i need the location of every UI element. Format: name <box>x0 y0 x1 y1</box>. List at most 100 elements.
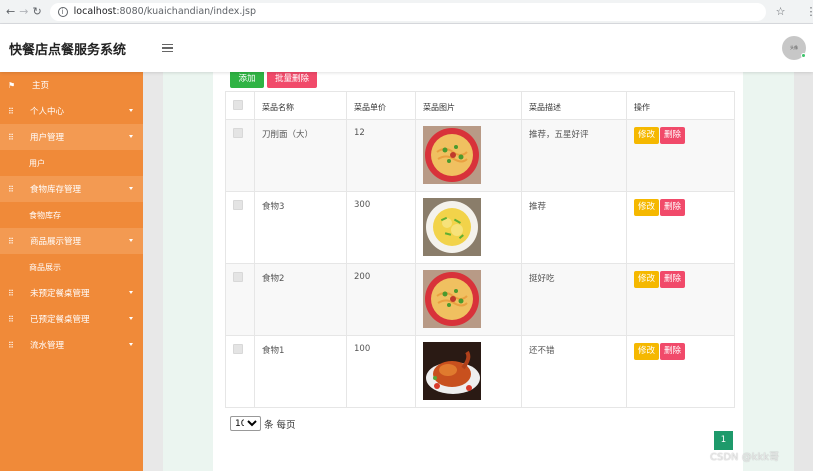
egg-plate-image <box>423 198 481 256</box>
image-cell <box>415 335 522 408</box>
sidebar-item-user-management[interactable]: ⠿ 用户管理 <box>0 124 143 150</box>
grid-icon: ⠿ <box>8 132 14 142</box>
dish-description: 推荐 <box>521 191 627 264</box>
grid-icon: ⠿ <box>8 184 14 194</box>
bookmark-star-icon[interactable]: ☆ <box>776 5 786 18</box>
sidebar-item-label: 用户管理 <box>30 133 65 143</box>
back-arrow-icon[interactable]: ← <box>6 5 15 19</box>
delete-button[interactable]: 删除 <box>660 199 686 216</box>
forward-arrow-icon[interactable]: → <box>19 5 28 19</box>
batch-delete-button[interactable]: 批量删除 <box>267 70 317 88</box>
sidebar-item-home[interactable]: ⚑ 主页 <box>0 72 143 98</box>
edit-button[interactable]: 修改 <box>634 199 660 216</box>
chevron-down-icon <box>129 109 133 112</box>
dish-name: 食物1 <box>254 335 347 408</box>
sidebar-item-label: 商品展示管理 <box>30 237 82 247</box>
table-row: 食物2 200 挺好吃 修改 删除 <box>225 263 735 336</box>
reload-icon[interactable]: ↻ <box>32 5 41 19</box>
url-path: :8080/kuaichandian/index.jsp <box>116 6 257 17</box>
sidebar-item-label: 流水管理 <box>30 341 65 351</box>
action-cell: 修改 删除 <box>626 119 735 192</box>
column-header: 菜品图片 <box>415 91 522 120</box>
sidebar-item-food-stock-management[interactable]: ⠿ 食物库存管理 <box>0 176 143 202</box>
column-header: 操作 <box>626 91 735 120</box>
column-header: 菜品描述 <box>521 91 627 120</box>
chevron-down-icon <box>129 239 133 242</box>
image-cell <box>415 263 522 336</box>
page-size-select[interactable]: 10 <box>230 416 261 431</box>
column-header: 菜品单价 <box>346 91 416 120</box>
site-info-icon[interactable]: i <box>57 6 68 17</box>
add-button[interactable]: 添加 <box>230 70 264 88</box>
url-host: localhost <box>73 6 117 17</box>
grid-icon: ⠿ <box>8 236 14 246</box>
table-header-row: 菜品名称 菜品单价 菜品图片 菜品描述 操作 <box>225 91 735 120</box>
table-row: 食物3 300 推荐 修改 删除 <box>225 191 735 264</box>
row-checkbox[interactable] <box>233 272 243 282</box>
dish-name: 食物3 <box>254 191 347 264</box>
chevron-down-icon <box>129 343 133 346</box>
dish-name: 刀削面（大） <box>254 119 347 192</box>
menu-toggle-icon[interactable] <box>162 44 174 52</box>
image-cell <box>415 191 522 264</box>
sidebar-item-label: 食物库存管理 <box>30 185 82 195</box>
row-checkbox[interactable] <box>233 200 243 210</box>
watermark: CSDN @kkk哥 <box>710 452 780 463</box>
sidebar-subitem-users[interactable]: 用户 <box>0 150 143 176</box>
chevron-down-icon <box>129 187 133 190</box>
sidebar-item-label: 个人中心 <box>30 107 65 117</box>
sidebar-item-transactions[interactable]: ⠿ 流水管理 <box>0 332 143 358</box>
delete-button[interactable]: 删除 <box>660 271 686 288</box>
roast-duck-image <box>423 342 481 400</box>
table-row: 刀削面（大） 12 推荐，五星好评 修改 删除 <box>225 119 735 192</box>
select-cell <box>225 119 255 192</box>
grid-icon: ⠿ <box>8 340 14 350</box>
select-cell <box>225 263 255 336</box>
menu-table: 菜品名称 菜品单价 菜品图片 菜品描述 操作 刀削面（大） 12 推荐，五星好评… <box>225 91 735 408</box>
edit-button[interactable]: 修改 <box>634 127 660 144</box>
row-checkbox[interactable] <box>233 128 243 138</box>
grid-icon: ⠿ <box>8 106 14 116</box>
chevron-down-icon <box>129 135 133 138</box>
action-cell: 修改 删除 <box>626 191 735 264</box>
sidebar-subitem-food-stock[interactable]: 食物库存 <box>0 202 143 228</box>
scrollbar-track[interactable] <box>794 72 813 471</box>
edit-button[interactable]: 修改 <box>634 271 660 288</box>
delete-button[interactable]: 删除 <box>660 127 686 144</box>
image-cell <box>415 119 522 192</box>
content-background-right <box>743 72 794 471</box>
sidebar-item-product-display-management[interactable]: ⠿ 商品展示管理 <box>0 228 143 254</box>
avatar[interactable]: 头像 <box>782 36 806 60</box>
select-all-checkbox[interactable] <box>233 100 243 110</box>
browser-toolbar: ← → ↻ i localhost:8080/kuaichandian/inde… <box>0 0 813 24</box>
sidebar-item-unreserved-tables[interactable]: ⠿ 未预定餐桌管理 <box>0 280 143 306</box>
select-cell <box>225 335 255 408</box>
sidebar-item-reserved-tables[interactable]: ⠿ 已预定餐桌管理 <box>0 306 143 332</box>
column-header: 菜品名称 <box>254 91 347 120</box>
header-select-cell <box>225 91 255 120</box>
online-status-dot <box>801 53 806 58</box>
sidebar-item-label: 未预定餐桌管理 <box>30 289 90 299</box>
row-checkbox[interactable] <box>233 344 243 354</box>
grid-icon: ⠿ <box>8 314 14 324</box>
sidebar-item-label: 主页 <box>32 81 50 91</box>
table-row: 食物1 100 还不错 修改 删除 <box>225 335 735 408</box>
flag-icon: ⚑ <box>8 80 16 90</box>
pagination: 10 条 每页 <box>230 416 296 431</box>
action-cell: 修改 删除 <box>626 335 735 408</box>
edit-button[interactable]: 修改 <box>634 343 660 360</box>
delete-button[interactable]: 删除 <box>660 343 686 360</box>
dish-price: 300 <box>346 191 416 264</box>
dish-description: 推荐，五星好评 <box>521 119 627 192</box>
browser-menu-icon[interactable]: ⋮ <box>806 5 813 18</box>
address-bar[interactable]: i localhost:8080/kuaichandian/index.jsp <box>49 2 766 21</box>
sidebar-item-personal-center[interactable]: ⠿ 个人中心 <box>0 98 143 124</box>
dish-name: 食物2 <box>254 263 347 336</box>
select-cell <box>225 191 255 264</box>
sidebar: ⚑ 主页 ⠿ 个人中心 ⠿ 用户管理 用户 ⠿ 食物库存管理 食物库存 ⠿ 商品… <box>0 72 143 471</box>
dish-description: 还不错 <box>521 335 627 408</box>
content-gutter <box>143 72 163 471</box>
sidebar-subitem-product-display[interactable]: 商品展示 <box>0 254 143 280</box>
action-cell: 修改 删除 <box>626 263 735 336</box>
dish-price: 200 <box>346 263 416 336</box>
